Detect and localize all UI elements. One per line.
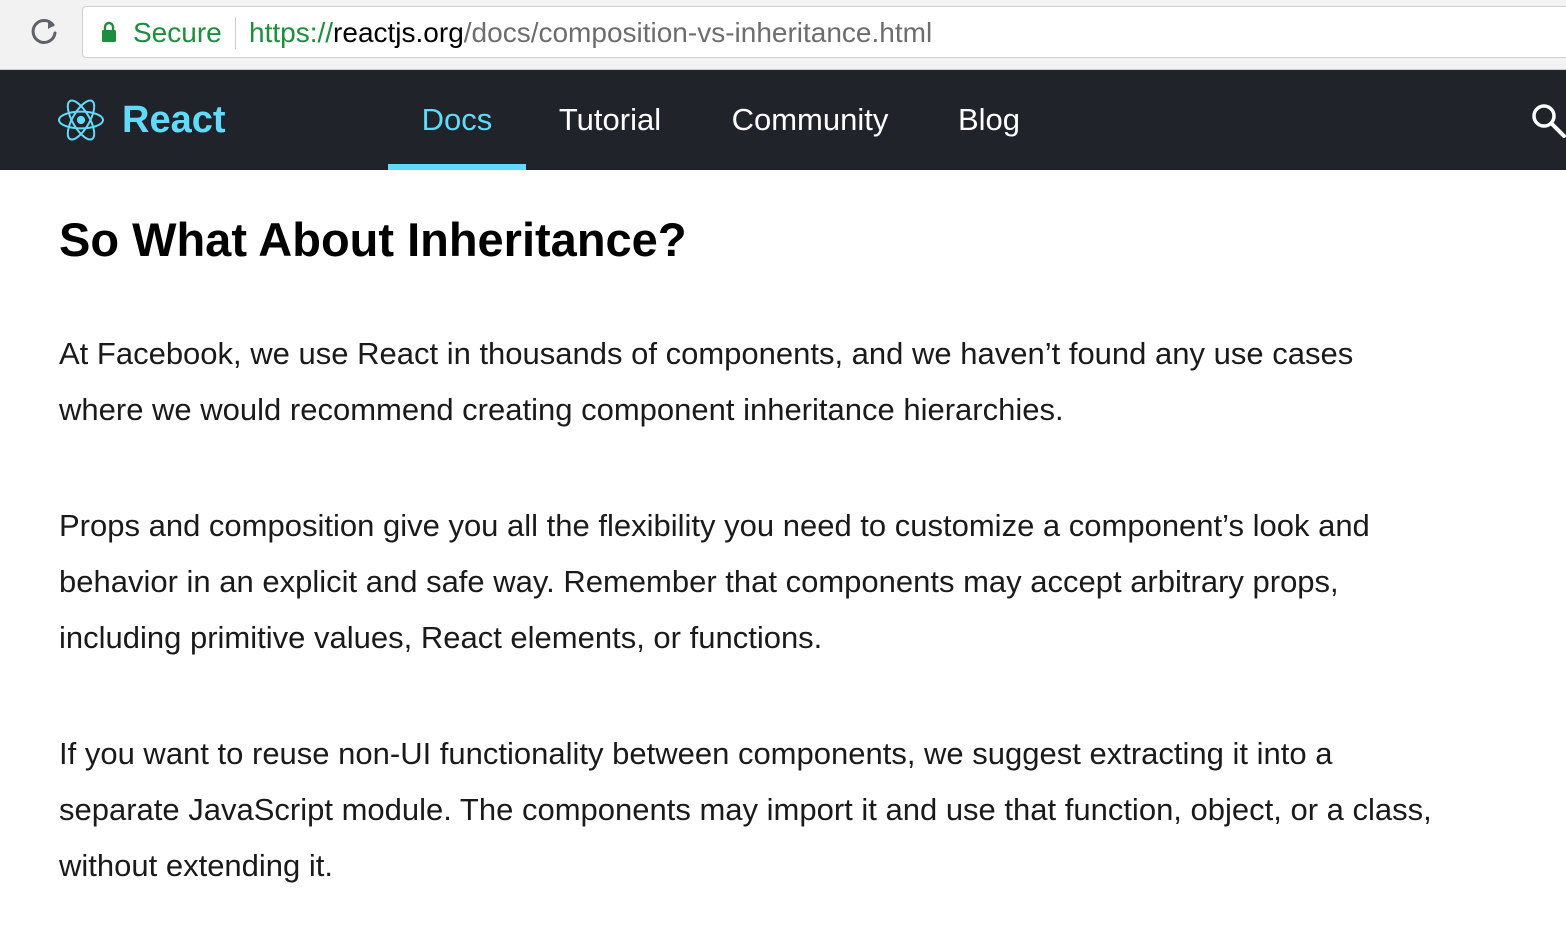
browser-toolbar: Secure https://reactjs.org/docs/composit… xyxy=(0,0,1566,70)
secure-label: Secure xyxy=(133,17,222,48)
reload-icon[interactable] xyxy=(26,14,62,50)
react-logo-icon xyxy=(58,99,104,141)
paragraph: At Facebook, we use React in thousands o… xyxy=(59,336,1354,427)
nav-docs[interactable]: Docs xyxy=(388,70,526,170)
search-icon[interactable] xyxy=(1530,102,1566,138)
nav-docs-label: Docs xyxy=(421,102,493,137)
url-host: reactjs.org xyxy=(333,17,464,48)
url-text[interactable]: https://reactjs.org/docs/composition-vs-… xyxy=(249,17,932,49)
section-heading: So What About Inheritance? xyxy=(59,213,687,266)
address-bar[interactable]: Secure https://reactjs.org/docs/composit… xyxy=(82,6,1566,58)
paragraph: If you want to reuse non-UI functionalit… xyxy=(59,736,1432,883)
brand-name: React xyxy=(122,98,226,141)
omnibox-divider xyxy=(235,17,236,49)
nav-tutorial[interactable]: Tutorial xyxy=(540,70,680,170)
nav-blog[interactable]: Blog xyxy=(944,70,1034,170)
article-content: So What About Inheritance? At Facebook, … xyxy=(59,170,1439,883)
nav-blog-label: Blog xyxy=(957,102,1021,137)
lock-icon xyxy=(102,21,116,42)
nav-community-label: Community xyxy=(731,102,889,137)
url-path: /docs/composition-vs-inheritance.html xyxy=(463,17,933,48)
url-scheme: https:// xyxy=(249,17,334,48)
brand-link[interactable]: React xyxy=(58,70,226,170)
nav-tutorial-label: Tutorial xyxy=(558,102,662,137)
nav-community[interactable]: Community xyxy=(712,70,908,170)
site-navbar: React Docs Tutorial Community Blog xyxy=(0,70,1566,170)
paragraph: Props and composition give you all the f… xyxy=(59,508,1370,655)
